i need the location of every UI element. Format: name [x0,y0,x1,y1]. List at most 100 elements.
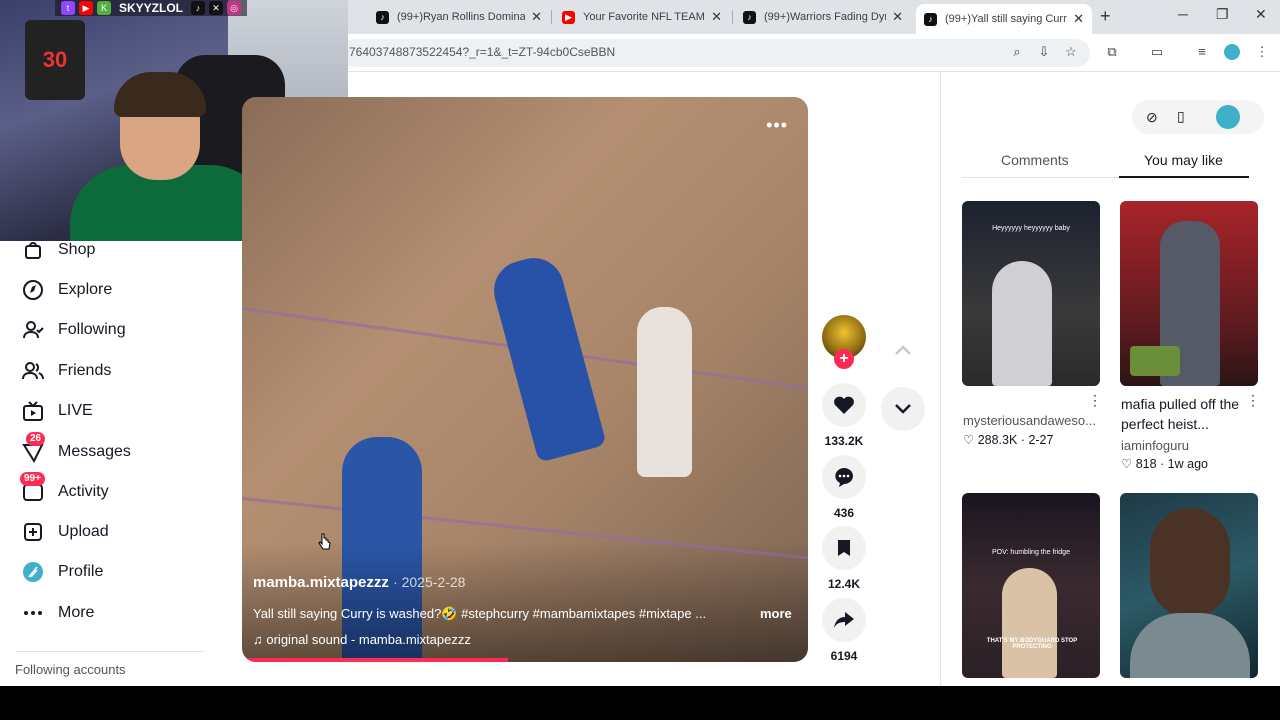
card-date: 2-27 [1028,433,1054,447]
profile-avatar-icon[interactable] [1224,44,1240,60]
kick-icon: K [97,1,111,15]
maximize-button[interactable]: ❐ [1216,6,1229,23]
thumbnail-overlay-text: POV: humbling the fridge [992,549,1070,556]
sidebar-item-label: Messages [58,443,131,460]
heart-outline-icon: ♡ [963,433,975,447]
save-action[interactable]: 12.4K [822,526,866,591]
follow-plus-icon[interactable]: + [834,349,854,369]
tiktok-icon: ♪ [924,12,937,26]
youtube-icon: ▶ [79,1,93,15]
sidebar-item-more[interactable]: More [22,602,94,624]
author-name[interactable]: mamba.mixtapezzz [253,574,389,591]
browser-tab-1[interactable]: ♪ (99+)Ryan Rollins Dominate ✕ [368,4,550,30]
heart-outline-icon: ♡ [1121,457,1133,471]
letterbox-bottom [0,686,1280,720]
sidebar-item-label: Following [58,321,126,338]
phone-icon[interactable]: ▯ [1177,108,1185,125]
close-tab-icon[interactable]: ✕ [711,9,722,25]
person-face [1150,508,1230,618]
card-date: 1w ago [1167,457,1208,471]
heart-icon[interactable] [822,383,866,427]
bookmark-star-icon[interactable]: ☆ [1063,44,1079,60]
tab-title: Your Favorite NFL TEAM , Yo [583,11,705,23]
video-sound[interactable]: ♫ original sound - mamba.mixtapezzz [253,632,471,647]
card-options-icon[interactable]: ⋮ [1088,392,1102,409]
sidebar-item-label: Shop [58,241,96,258]
card-likes: 818 [1135,457,1157,471]
tiktok-icon: ♪ [743,10,756,24]
compass-small-icon[interactable]: ⊘ [1146,109,1158,126]
video-options-icon[interactable]: ••• [766,115,788,136]
browser-menu-icon[interactable]: ⋮ [1254,44,1270,60]
media-control-icon[interactable]: ≡ [1194,44,1210,60]
x-icon: ✕ [209,1,224,15]
new-tab-button[interactable]: + [1100,6,1111,27]
browser-tab-4-active[interactable]: ♪ (99+)Yall still saying Curry i ✕ [916,4,1092,34]
recommended-video-thumbnail[interactable]: Heyyyyyy heyyyyyy baby [962,201,1100,386]
close-tab-icon[interactable]: ✕ [892,9,903,25]
sidebar-item-messages[interactable]: 26 Messages [22,432,131,463]
tab-separator [732,10,733,24]
comment-icon[interactable] [822,455,866,499]
url-text[interactable]: 76403748873522454?_r=1&_t=ZT-94cb0CseBBN [349,45,615,59]
card-options-icon[interactable]: ⋮ [1246,392,1260,409]
avatar-icon [22,561,44,583]
close-tab-icon[interactable]: ✕ [1073,11,1084,27]
share-icon[interactable] [822,598,866,642]
caption-more-button[interactable]: more [760,606,792,621]
tiktok-icon: ♪ [191,1,206,15]
profile-avatar-icon[interactable] [1216,105,1240,129]
share-action[interactable]: 6194 [822,598,866,663]
minimize-button[interactable]: ─ [1178,6,1188,22]
like-action[interactable]: 133.2K [822,383,866,448]
instagram-icon: ◎ [227,1,242,15]
mouse-cursor-icon [318,533,331,550]
tab-comments[interactable]: Comments [1001,152,1069,168]
card-username[interactable]: iaminfoguru [1121,438,1189,453]
video-author[interactable]: mamba.mixtapezzz · 2025-2-28 [253,574,465,591]
video-player[interactable]: ••• mamba.mixtapezzz · 2025-2-28 Yall st… [242,97,808,662]
sidebar-divider [15,651,205,652]
tab-you-may-like[interactable]: You may like [1144,152,1223,168]
sidebar-item-following[interactable]: Following [22,319,126,341]
sidebar-item-upload[interactable]: Upload [22,521,109,543]
next-video-button[interactable] [881,387,925,431]
following-accounts-heading: Following accounts [15,662,126,677]
sidebar-item-label: Explore [58,281,113,298]
bookmark-icon[interactable] [822,526,866,570]
video-progress-bar[interactable] [242,658,509,662]
cast-icon[interactable]: ▭ [1149,44,1165,60]
tab-separator [551,10,552,24]
active-tab-indicator [1119,176,1249,178]
sidebar-item-label: LIVE [58,402,93,419]
sidebar-item-live[interactable]: LIVE [22,400,93,422]
card-title[interactable]: mafia pulled off the perfect heist... [1121,394,1241,434]
sidebar-item-activity[interactable]: 99+ Activity [20,472,109,503]
screen: { "browser": { "tabs": [ {"title": "(99+… [0,0,1280,720]
video-caption: Yall still saying Curry is washed?🤣 #ste… [253,606,707,621]
thumbnail-caption-text: THAT'S MY BODYGUARD STOP PROTECTING [986,638,1078,650]
messages-icon: 26 [22,432,46,463]
comment-action[interactable]: 436 [822,455,866,520]
install-app-icon[interactable]: ⇩ [1036,44,1052,60]
extensions-icon[interactable]: ⧉ [1104,44,1120,60]
card-username[interactable]: mysteriousandaweso... [963,413,1096,428]
sidebar-item-profile[interactable]: Profile [22,561,103,583]
money-stack [1130,346,1180,376]
browser-tab-2[interactable]: ▶ Your Favorite NFL TEAM , Yo ✕ [554,4,730,30]
sidebar-item-friends[interactable]: Friends [22,360,111,382]
browser-tab-3[interactable]: ♪ (99+)Warriors Fading Dyna ✕ [735,4,911,30]
sound-name[interactable]: original sound - mamba.mixtapezzz [266,632,470,647]
recommended-video-thumbnail[interactable]: POV: humbling the fridge THAT'S MY BODYG… [962,493,1100,678]
recommended-video-thumbnail[interactable] [1120,201,1258,386]
sidebar-item-shop[interactable]: Shop [22,239,95,261]
video-date: · 2025-2-28 [393,574,466,590]
sidebar-item-explore[interactable]: Explore [22,279,112,301]
close-window-button[interactable]: ✕ [1255,6,1267,23]
hanging-jersey: 30 [25,20,85,100]
close-tab-icon[interactable]: ✕ [531,9,542,25]
recommended-video-thumbnail[interactable] [1120,493,1258,678]
card-stats: ♡ 288.3K · 2-27 [963,433,1054,447]
previous-video-button[interactable] [881,328,925,372]
zoom-icon[interactable]: ⌕ [1009,44,1025,60]
